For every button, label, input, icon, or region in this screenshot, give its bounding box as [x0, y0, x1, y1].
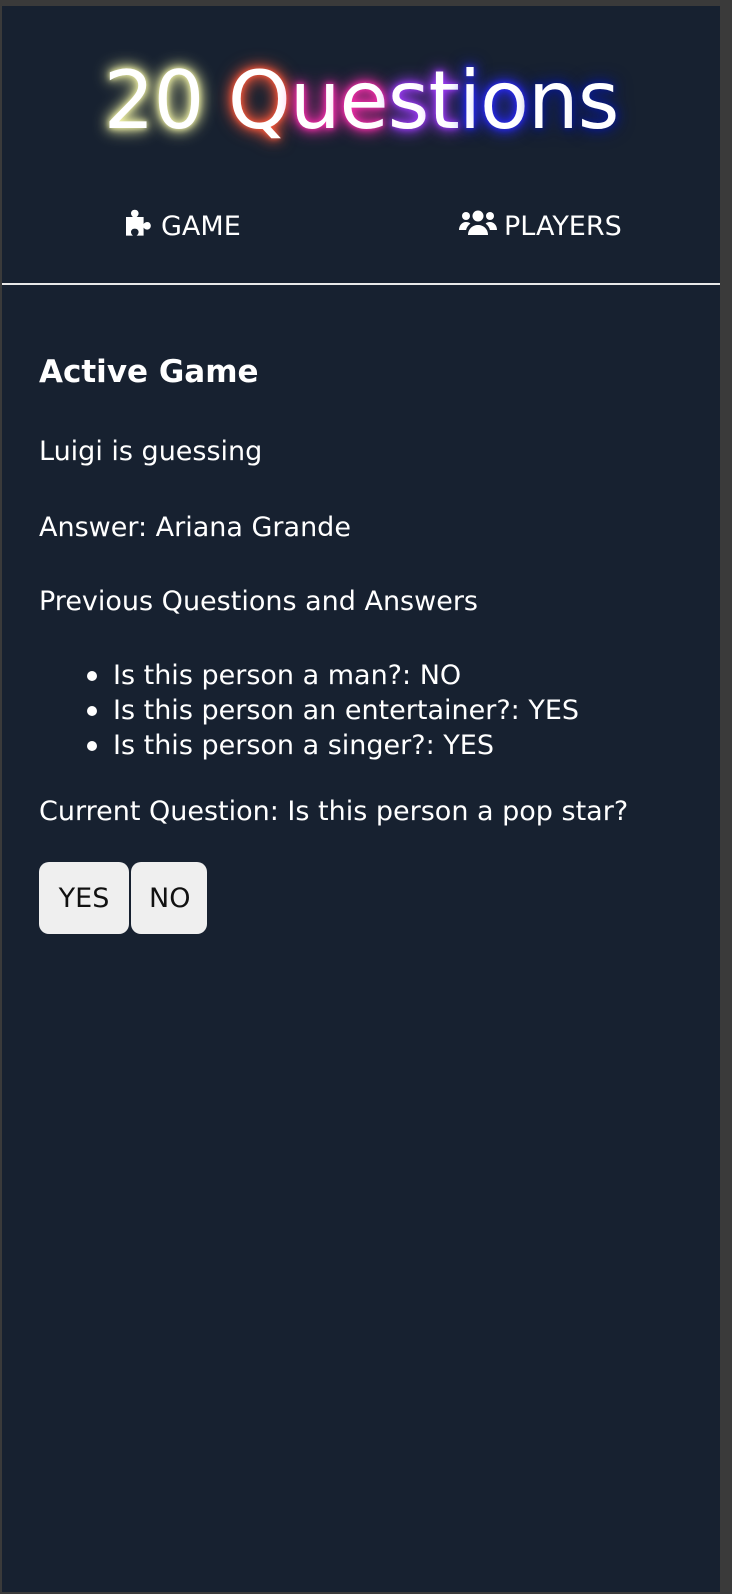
page-title: 20 Questions [2, 56, 720, 146]
active-game-panel: Active Game Luigi is guessing Answer: Ar… [39, 352, 699, 934]
main-nav: GAME PLAYERS [2, 204, 720, 252]
title-letter: 0 [153, 54, 205, 147]
app-root: 20 Questions GAME PLAYERS Active Game Lu… [2, 6, 720, 1592]
title-letter: n [528, 54, 579, 147]
list-item: Is this person a man?: NO [87, 658, 579, 693]
users-icon [458, 207, 498, 246]
puzzle-piece-icon [123, 207, 155, 246]
title-letter: o [480, 54, 529, 147]
title-letter: u [289, 54, 341, 147]
qa-text: Is this person a singer?: YES [113, 730, 494, 761]
tab-game-label: GAME [161, 210, 241, 242]
title-letter: i [458, 54, 481, 147]
list-item: Is this person a singer?: YES [87, 728, 579, 763]
nav-divider [2, 283, 720, 285]
bullet-icon [87, 741, 97, 751]
bullet-icon [87, 706, 97, 716]
yes-button[interactable]: YES [39, 862, 129, 934]
tab-game[interactable]: GAME [123, 204, 241, 248]
title-letter: Q [227, 54, 291, 147]
answer-text: Answer: Ariana Grande [39, 512, 351, 543]
title-text: 20 Questions [103, 54, 620, 147]
tab-players-label: PLAYERS [504, 210, 622, 242]
title-letter: t [428, 54, 459, 147]
title-letter: e [339, 54, 389, 147]
previous-qa-list: Is this person a man?: NO Is this person… [39, 658, 579, 763]
answer-buttons: YES NO [39, 862, 207, 934]
tab-players[interactable]: PLAYERS [458, 204, 622, 248]
title-letter [203, 56, 227, 146]
bullet-icon [87, 671, 97, 681]
qa-text: Is this person a man?: NO [113, 660, 462, 691]
title-letter: 2 [103, 54, 155, 147]
active-game-heading: Active Game [39, 354, 259, 390]
title-letter: s [387, 54, 430, 147]
title-letter: s [577, 54, 620, 147]
previous-qa-heading: Previous Questions and Answers [39, 586, 478, 617]
no-button[interactable]: NO [131, 862, 207, 934]
guessing-text: Luigi is guessing [39, 436, 263, 467]
list-item: Is this person an entertainer?: YES [87, 693, 580, 728]
qa-text: Is this person an entertainer?: YES [113, 695, 580, 726]
current-question: Current Question: Is this person a pop s… [39, 796, 629, 827]
